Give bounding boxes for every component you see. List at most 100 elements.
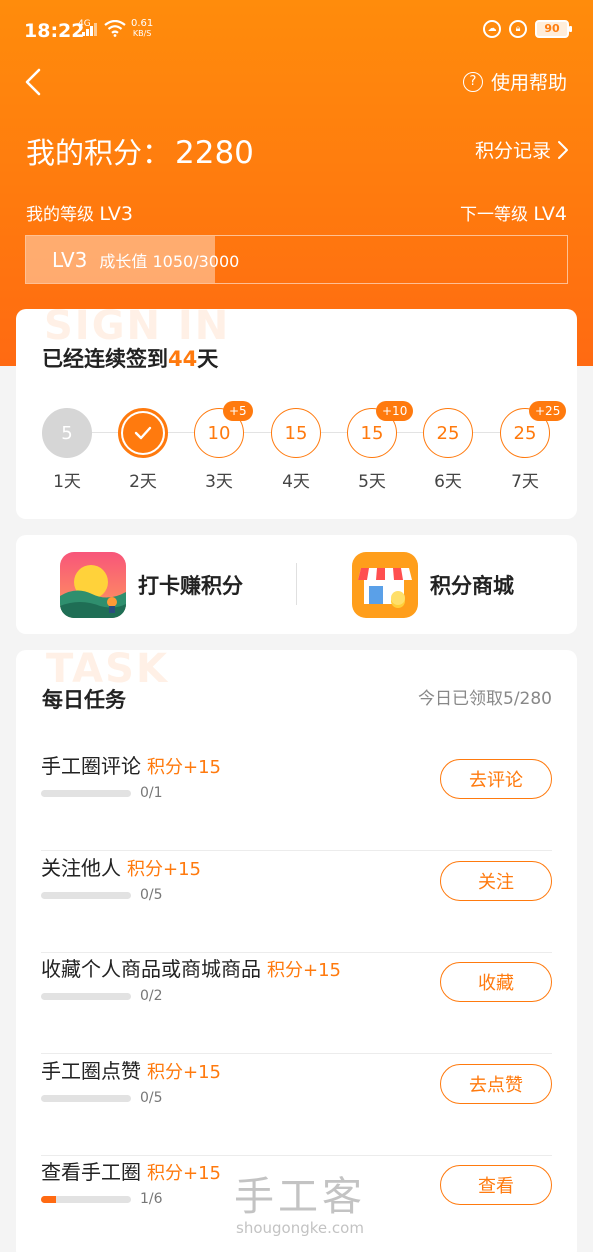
signin-streak: 44 [168, 347, 198, 371]
task-reward: 积分+15 [127, 858, 201, 880]
signin-day-points: 5 [61, 422, 73, 444]
brand-url: shougongke.com [236, 1219, 364, 1237]
current-level-value: LV3 [99, 203, 133, 225]
status-bar: 18:22 4G 0.61 KB/S ☁ 🔒︎ 90 [0, 0, 593, 58]
task-action-button[interactable]: 去点赞 [440, 1063, 552, 1104]
signin-card: SIGN IN 已经连续签到44天 5 1天 2天 10 +5 3天 15 4天 15 +10 5天… [16, 309, 577, 519]
points-records-link[interactable]: 积分记录 [475, 136, 569, 163]
task-title: 收藏个人商品或商城商品 [41, 957, 261, 981]
signin-title: 已经连续签到44天 [42, 343, 218, 373]
task-name: 手工圈评论 积分+15 [41, 750, 221, 779]
back-button[interactable] [22, 64, 54, 100]
task-progress-count: 0/5 [140, 1089, 163, 1106]
task-progress-count: 1/6 [140, 1191, 163, 1207]
points-total: 我的积分： 2280 [26, 130, 254, 172]
task-row: 关注他人 积分+15 0/5 关注 [41, 852, 552, 953]
chevron-left-icon [25, 68, 41, 96]
next-level: 下一等级 LV4 [460, 200, 567, 225]
records-label: 积分记录 [474, 140, 551, 162]
lock-icon: 🔒︎ [509, 20, 527, 38]
current-level-label: 我的等级 [26, 205, 94, 225]
brand-watermark: 手工客 shougongke.com [230, 1175, 370, 1237]
next-level-value: LV4 [533, 203, 567, 225]
signal-icon [82, 23, 97, 36]
signin-title-suffix: 天 [197, 347, 219, 371]
checkin-earn-label: 打卡赚积分 [138, 574, 243, 598]
signin-day-label: 2天 [129, 472, 157, 492]
task-reward: 积分+15 [267, 960, 341, 981]
task-name: 收藏个人商品或商城商品 积分+15 [41, 953, 341, 982]
help-button[interactable]: ? 使用帮助 [462, 68, 567, 95]
signin-day: 25 +25 7天 [495, 401, 567, 495]
help-label: 使用帮助 [490, 72, 567, 94]
task-action-button[interactable]: 去评论 [440, 759, 552, 799]
signin-day: 2天 [113, 405, 173, 495]
sunrise-icon [60, 552, 126, 618]
task-row: 手工圈点赞 积分+15 0/5 去点赞 [41, 1055, 552, 1156]
network-speed: 0.61 KB/S [131, 19, 153, 39]
signin-day: 15 4天 [266, 405, 326, 495]
points-mall-label: 积分商城 [430, 574, 514, 598]
task-name: 手工圈点赞 积分+15 [41, 1055, 221, 1084]
task-reward: 积分+15 [147, 1163, 221, 1184]
task-row: 手工圈评论 积分+15 0/1 去评论 [41, 750, 552, 851]
signin-bonus-badge: +10 [376, 401, 414, 421]
signin-day-points: 15 [284, 422, 308, 444]
speed-value: 0.61 [131, 18, 154, 29]
current-level: 我的等级 LV3 [26, 200, 133, 225]
checkin-earn-button[interactable]: 打卡赚积分 [60, 551, 243, 619]
task-title: 手工圈评论 [41, 754, 141, 778]
points-mall-button[interactable]: 积分商城 [352, 551, 514, 619]
task-progress-bar [41, 1094, 131, 1102]
task-row: 收藏个人商品或商城商品 积分+15 0/2 收藏 [41, 953, 552, 1054]
today-claimed-summary: 今日已领取5/280 [418, 689, 552, 709]
signin-bonus-badge: +5 [223, 401, 253, 421]
task-progress-bar [41, 993, 131, 1000]
signin-day-circle: 5 [42, 408, 92, 458]
signin-day-circle: 15 [271, 408, 321, 458]
battery-icon: 90 [535, 20, 572, 38]
task-action-button[interactable]: 查看 [440, 1165, 552, 1205]
signin-day: 10 +5 3天 [189, 401, 253, 495]
signin-title-prefix: 已经连续签到 [42, 347, 168, 371]
signin-day-points: 25 [513, 422, 537, 444]
store-icon [352, 552, 418, 618]
status-time: 18:22 [24, 20, 85, 42]
signin-day: 15 +10 5天 [342, 401, 414, 495]
question-icon: ? [462, 71, 483, 92]
task-progress-count: 0/2 [140, 988, 163, 1004]
signin-day-circle [118, 408, 168, 458]
task-action-button[interactable]: 关注 [440, 860, 552, 901]
signin-day-label: 7天 [511, 472, 539, 492]
signin-day: 5 1天 [37, 405, 97, 495]
signin-day-points: 15 [360, 422, 384, 444]
speed-unit: KB/S [132, 29, 152, 38]
features-divider [296, 563, 297, 605]
task-name: 关注他人 积分+15 [41, 852, 201, 881]
growth-progress-bar: LV3 成长值 1050/3000 [25, 235, 568, 284]
signin-day-label: 1天 [53, 472, 81, 492]
signin-day-label: 4天 [282, 472, 310, 492]
cloud-icon: ☁ [483, 20, 501, 38]
daily-tasks-title: 每日任务 [42, 688, 126, 712]
brand-name: 手工客 [234, 1174, 366, 1220]
chevron-right-icon [558, 140, 568, 159]
growth-label: 成长值 [99, 251, 148, 271]
progress-level: LV3 [52, 247, 88, 272]
daily-tasks-card: TASK 每日任务 今日已领取5/280 手工圈评论 积分+15 0/1 去评论 关注他… [16, 650, 577, 1252]
task-reward: 积分+15 [147, 757, 221, 778]
task-reward: 积分+15 [147, 1061, 221, 1083]
task-progress-bar [41, 790, 131, 797]
task-progress-fill [41, 1196, 56, 1203]
points-label: 我的积分： [26, 136, 172, 170]
task-title: 关注他人 [41, 855, 121, 880]
signin-day-circle: 25 [423, 408, 473, 458]
task-name: 查看手工圈 积分+15 [41, 1156, 221, 1185]
signin-day-points: 10 [207, 422, 231, 444]
wifi-icon [104, 20, 126, 37]
signin-day: 25 6天 [418, 405, 478, 495]
task-title: 查看手工圈 [41, 1160, 141, 1184]
signin-day-label: 3天 [205, 472, 233, 492]
task-action-button[interactable]: 收藏 [440, 962, 552, 1002]
check-icon [123, 413, 163, 453]
